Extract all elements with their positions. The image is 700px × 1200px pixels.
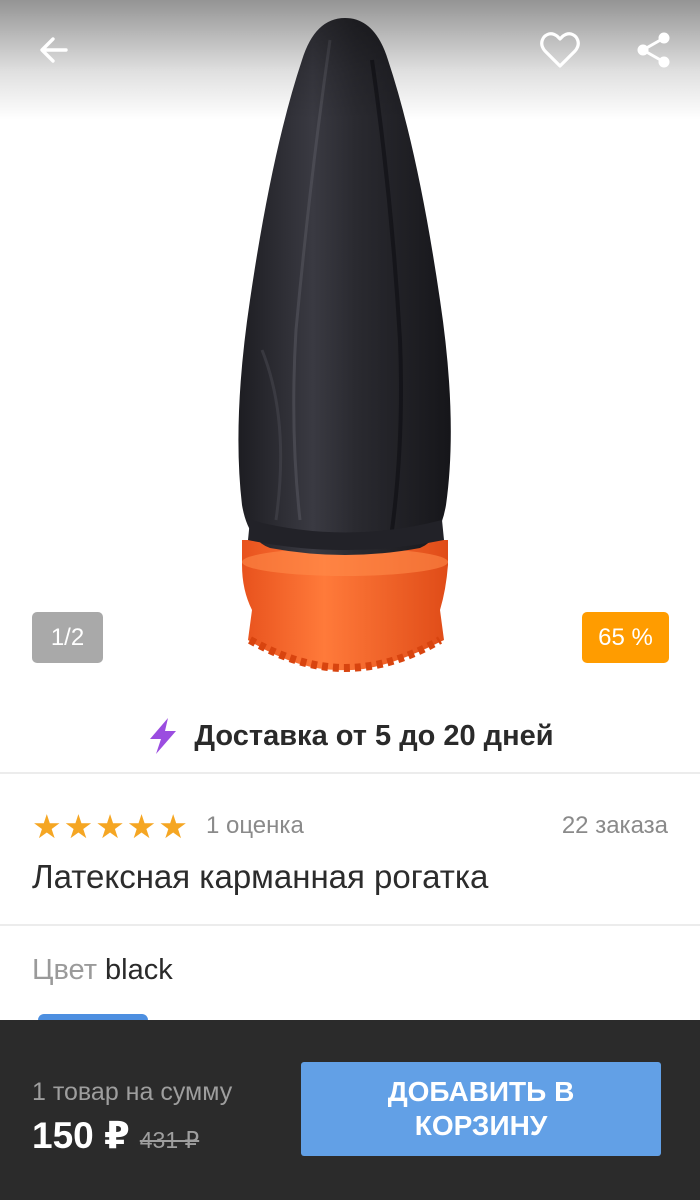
lightning-icon — [150, 718, 177, 754]
star-icon: ★ — [158, 807, 188, 845]
cart-summary-label: 1 товар на сумму — [32, 1078, 233, 1106]
heart-outline-icon — [540, 32, 580, 68]
divider — [0, 772, 700, 774]
top-shade — [0, 0, 700, 120]
star-icon: ★ — [32, 807, 62, 845]
favorite-button[interactable] — [532, 22, 588, 78]
old-price: 431 ₽ — [139, 1127, 200, 1153]
arrow-left-icon — [40, 37, 68, 63]
share-icon — [637, 32, 670, 68]
color-label: Цвет — [32, 954, 97, 986]
discount-badge: 65 % — [582, 612, 669, 663]
add-to-cart-button[interactable]: ДОБАВИТЬ В КОРЗИНУ — [301, 1062, 661, 1156]
back-button[interactable] — [26, 22, 82, 78]
image-counter-badge: 1/2 — [32, 612, 103, 663]
orders-count: 22 заказа — [561, 812, 668, 839]
star-icon: ★ — [126, 807, 157, 845]
rating-stars: ★ ★ ★ ★ ★ — [32, 810, 188, 843]
share-button[interactable] — [626, 22, 682, 78]
delivery-info: Доставка от 5 до 20 дней — [0, 700, 700, 772]
product-title: Латексная карманная рогатка — [32, 858, 489, 895]
rating-row[interactable]: ★ ★ ★ ★ ★ 1 оценка 22 заказа — [32, 806, 668, 846]
delivery-text: Доставка от 5 до 20 дней — [194, 719, 554, 752]
color-value: black — [105, 954, 173, 986]
product-image-gallery[interactable]: 1/2 65 % — [0, 0, 700, 700]
price-row: 150 ₽ 431 ₽ — [32, 1114, 199, 1157]
divider — [0, 924, 700, 926]
rating-count[interactable]: 1 оценка — [206, 812, 304, 840]
star-icon: ★ — [95, 807, 125, 845]
star-icon: ★ — [63, 807, 94, 845]
color-variant-row: Цвет black — [32, 954, 173, 987]
current-price: 150 ₽ — [32, 1115, 130, 1156]
